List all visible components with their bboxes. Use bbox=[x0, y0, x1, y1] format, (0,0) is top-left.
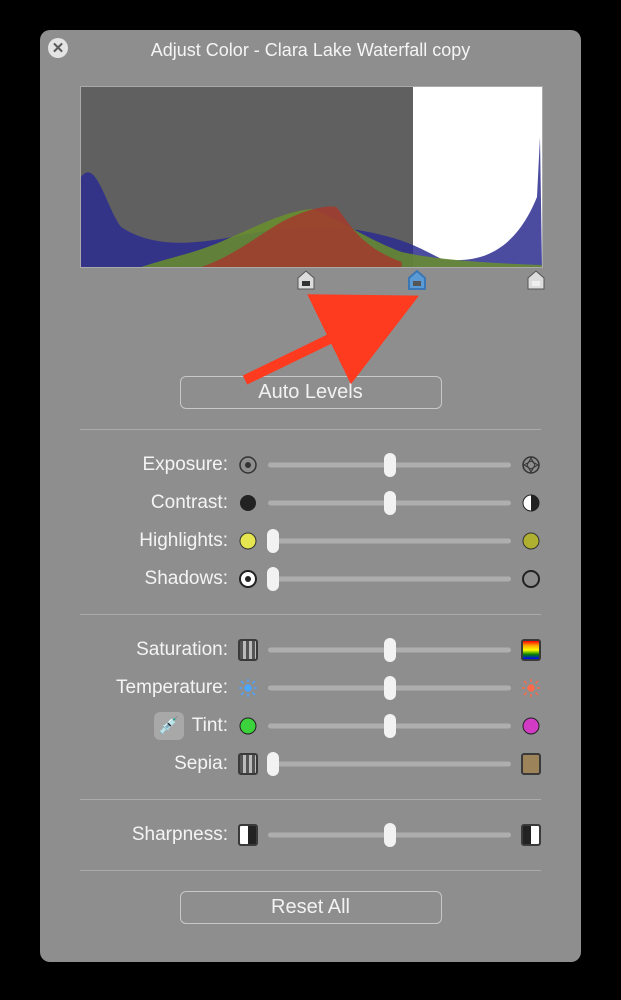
tint-magenta-icon bbox=[521, 716, 541, 736]
temp-cool-icon bbox=[238, 678, 258, 698]
highlight-high-icon bbox=[521, 531, 541, 551]
slider-group: Sharpness: bbox=[60, 820, 561, 850]
close-button[interactable]: ✕ bbox=[48, 38, 68, 58]
rainbow-icon bbox=[521, 640, 541, 660]
highlights-row: Highlights: bbox=[80, 526, 541, 556]
contrast-slider[interactable] bbox=[268, 493, 511, 513]
highlights-slider-thumb[interactable] bbox=[267, 529, 279, 553]
exposure-slider-thumb[interactable] bbox=[384, 453, 396, 477]
contrast-high-icon bbox=[521, 493, 541, 513]
sepia-icon bbox=[521, 754, 541, 774]
histogram-area bbox=[80, 86, 541, 294]
slider-group: Saturation: Temperature: 💉 Tint: Sepia: bbox=[60, 635, 561, 779]
temperature-slider[interactable] bbox=[268, 678, 511, 698]
temperature-slider-thumb[interactable] bbox=[384, 676, 396, 700]
sharpness-row: Sharpness: bbox=[80, 820, 541, 850]
levels-black-marker[interactable] bbox=[297, 270, 315, 290]
sharp-high-icon bbox=[521, 825, 541, 845]
slider-group: Exposure: Contrast: Highlights: Shadows: bbox=[60, 450, 561, 594]
stripes-icon bbox=[238, 754, 258, 774]
separator bbox=[80, 870, 541, 871]
highlights-label: Highlights: bbox=[139, 530, 228, 552]
histogram bbox=[80, 86, 543, 268]
levels-mid-marker[interactable] bbox=[408, 270, 426, 290]
sepia-slider[interactable] bbox=[268, 754, 511, 774]
highlights-slider[interactable] bbox=[268, 531, 511, 551]
panel-content: Auto Levels Exposure: Contrast: Highlights… bbox=[40, 376, 581, 924]
levels-white-marker[interactable] bbox=[527, 270, 545, 290]
exposure-slider[interactable] bbox=[268, 455, 511, 475]
shadows-slider[interactable] bbox=[268, 569, 511, 589]
shadow-high-icon bbox=[521, 569, 541, 589]
reset-all-button[interactable]: Reset All bbox=[180, 891, 442, 924]
tint-slider[interactable] bbox=[268, 716, 511, 736]
temperature-row: Temperature: bbox=[80, 673, 541, 703]
sepia-label: Sepia: bbox=[174, 753, 228, 775]
tint-slider-thumb[interactable] bbox=[384, 714, 396, 738]
shadows-slider-thumb[interactable] bbox=[267, 567, 279, 591]
separator bbox=[80, 799, 541, 800]
separator bbox=[80, 614, 541, 615]
sharpness-slider[interactable] bbox=[268, 825, 511, 845]
saturation-slider-thumb[interactable] bbox=[384, 638, 396, 662]
saturation-slider[interactable] bbox=[268, 640, 511, 660]
levels-markers bbox=[80, 270, 541, 294]
adjust-color-panel: ✕ Adjust Color - Clara Lake Waterfall co… bbox=[40, 30, 581, 962]
contrast-label: Contrast: bbox=[151, 492, 228, 514]
aperture-open-icon bbox=[521, 455, 541, 475]
contrast-slider-thumb[interactable] bbox=[384, 491, 396, 515]
contrast-row: Contrast: bbox=[80, 488, 541, 518]
shadow-low-icon bbox=[238, 569, 258, 589]
saturation-row: Saturation: bbox=[80, 635, 541, 665]
stripes-icon bbox=[238, 640, 258, 660]
window-title: Adjust Color - Clara Lake Waterfall copy bbox=[40, 40, 581, 61]
close-icon: ✕ bbox=[52, 39, 65, 57]
eyedropper-button[interactable]: 💉 bbox=[154, 712, 184, 740]
shadows-row: Shadows: bbox=[80, 564, 541, 594]
shadows-label: Shadows: bbox=[145, 568, 228, 590]
tint-green-icon bbox=[238, 716, 258, 736]
separator bbox=[80, 429, 541, 430]
temperature-label: Temperature: bbox=[116, 677, 228, 699]
histogram-curves bbox=[81, 87, 542, 267]
tint-label: Tint: bbox=[192, 715, 228, 737]
sharpness-slider-thumb[interactable] bbox=[384, 823, 396, 847]
eyedropper-icon: 💉 bbox=[158, 716, 179, 736]
temp-warm-icon bbox=[521, 678, 541, 698]
aperture-closed-icon bbox=[238, 455, 258, 475]
highlight-low-icon bbox=[238, 531, 258, 551]
sharpness-label: Sharpness: bbox=[132, 824, 228, 846]
sepia-row: Sepia: bbox=[80, 749, 541, 779]
contrast-low-icon bbox=[238, 493, 258, 513]
tint-row: 💉 Tint: bbox=[80, 711, 541, 741]
sepia-slider-thumb[interactable] bbox=[267, 752, 279, 776]
exposure-label: Exposure: bbox=[142, 454, 228, 476]
titlebar: ✕ Adjust Color - Clara Lake Waterfall co… bbox=[40, 30, 581, 64]
sharp-low-icon bbox=[238, 825, 258, 845]
auto-levels-button[interactable]: Auto Levels bbox=[180, 376, 442, 409]
exposure-row: Exposure: bbox=[80, 450, 541, 480]
saturation-label: Saturation: bbox=[136, 639, 228, 661]
